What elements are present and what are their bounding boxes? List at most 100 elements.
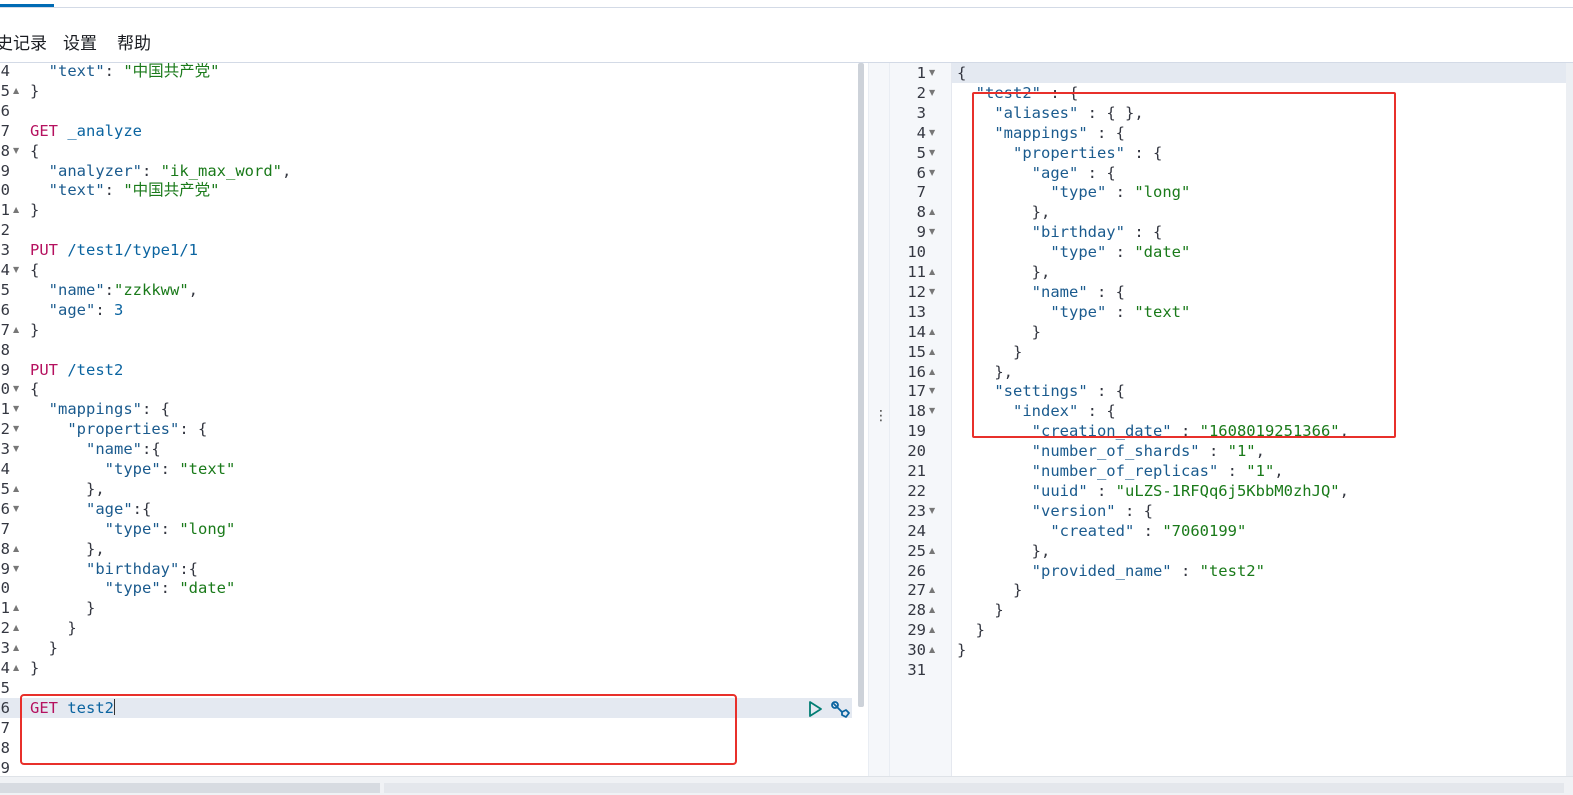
fold-collapse-icon[interactable]: ▲	[929, 322, 935, 342]
code-line[interactable]: 5 ▲ },	[0, 479, 868, 499]
fold-collapse-icon[interactable]: ▲	[929, 362, 935, 382]
fold-expanded-icon[interactable]: ▼	[13, 141, 19, 161]
fold-collapse-icon[interactable]: ▲	[13, 658, 19, 678]
code-text: "number_of_replicas" : "1",	[957, 461, 1284, 481]
output-vertical-scrollbar[interactable]	[1566, 63, 1573, 776]
code-line[interactable]: 24 "created" : "7060199"	[890, 521, 1573, 541]
code-line[interactable]: 2 ▲ }	[0, 618, 868, 638]
fold-expanded-icon[interactable]: ▼	[929, 143, 935, 163]
fold-expanded-icon[interactable]: ▼	[13, 559, 19, 579]
code-token: :	[104, 280, 115, 299]
code-line[interactable]: 7 ▲}	[0, 320, 868, 340]
code-line[interactable]: 1 ▲ }	[0, 598, 868, 618]
fold-collapse-icon[interactable]: ▲	[929, 600, 935, 620]
code-line[interactable]: 3 ▼ "name":{	[0, 439, 868, 459]
code-token: :	[160, 579, 180, 598]
fold-collapse-icon[interactable]: ▲	[929, 202, 935, 222]
fold-expanded-icon[interactable]: ▼	[13, 439, 19, 459]
fold-expanded-icon[interactable]: ▼	[13, 499, 19, 519]
line-number: 5	[0, 479, 10, 498]
code-line[interactable]: 6 "age": 3	[0, 300, 868, 320]
fold-collapse-icon[interactable]: ▲	[13, 320, 19, 340]
code-line[interactable]: 2 ▼ "properties": {	[0, 419, 868, 439]
code-line[interactable]: 4 "text": "中国共产党"	[0, 63, 868, 81]
code-line[interactable]: 1 ▼ "mappings": {	[0, 399, 868, 419]
request-editor[interactable]: 4 "text": "中国共产党" 5 ▲} 6 7 GET _analyze 8 ▼{9 "…	[0, 63, 868, 776]
fold-expanded-icon[interactable]: ▼	[929, 401, 935, 421]
code-line[interactable]: 3 ▲ }	[0, 638, 868, 658]
code-line[interactable]: 31	[890, 660, 1573, 680]
line-number: 16	[907, 362, 926, 381]
code-line[interactable]: 2	[0, 220, 868, 240]
horizontal-scrollbar-thumb[interactable]	[0, 783, 380, 793]
code-line[interactable]: 26 "provided_name" : "test2"	[890, 561, 1573, 581]
fold-expanded-icon[interactable]: ▼	[13, 419, 19, 439]
code-line[interactable]: 7 GET _analyze	[0, 121, 868, 141]
code-line[interactable]: 7 "type": "long"	[0, 519, 868, 539]
code-line[interactable]: 23 ▼ "version" : {	[890, 501, 1573, 521]
code-token: }	[957, 581, 1023, 600]
code-line[interactable]: 9 "analyzer": "ik_max_word",	[0, 161, 868, 181]
code-line[interactable]: 0 "text": "中国共产党"	[0, 180, 868, 200]
code-line[interactable]: 6 ▼ "age":{	[0, 499, 868, 519]
code-line[interactable]: 1 ▼ {	[890, 63, 1573, 83]
code-line[interactable]: 21 "number_of_replicas" : "1",	[890, 461, 1573, 481]
fold-collapse-icon[interactable]: ▲	[929, 262, 935, 282]
fold-collapse-icon[interactable]: ▲	[929, 580, 935, 600]
fold-expanded-icon[interactable]: ▼	[929, 83, 935, 103]
code-line[interactable]: 0 "type": "date"	[0, 578, 868, 598]
fold-collapse-icon[interactable]: ▲	[13, 81, 19, 101]
code-line[interactable]: 6	[0, 101, 868, 121]
fold-collapse-icon[interactable]: ▲	[929, 640, 935, 660]
code-line[interactable]: 5 "name":"zzkkww",	[0, 280, 868, 300]
code-line[interactable]: 0 ▼ {	[0, 379, 868, 399]
menu-help[interactable]: 帮助	[117, 29, 151, 54]
horizontal-scrollbar-thumb-right[interactable]	[384, 783, 1564, 793]
code-line[interactable]: 4 ▲}	[0, 658, 868, 678]
code-line[interactable]: 30 ▲}	[890, 640, 1573, 660]
code-line[interactable]: 27 ▲ }	[890, 580, 1573, 600]
wrench-icon[interactable]	[830, 700, 852, 720]
fold-expanded-icon[interactable]: ▼	[929, 501, 935, 521]
menu-settings[interactable]: 设置	[63, 29, 97, 54]
code-line[interactable]: 4 "type": "text"	[0, 459, 868, 479]
fold-collapse-icon[interactable]: ▲	[13, 638, 19, 658]
fold-expanded-icon[interactable]: ▼	[13, 399, 19, 419]
line-number: 1	[0, 400, 10, 419]
fold-expanded-icon[interactable]: ▼	[929, 222, 935, 242]
fold-collapse-icon[interactable]: ▲	[13, 200, 19, 220]
code-line[interactable]: 4 ▼ {	[0, 260, 868, 280]
vertical-dots-icon[interactable]: ⋮	[874, 408, 888, 424]
code-line[interactable]: 9 PUT /test2	[0, 360, 868, 380]
code-line[interactable]: 1 ▲}	[0, 200, 868, 220]
fold-expanded-icon[interactable]: ▼	[929, 123, 935, 143]
fold-expanded-icon[interactable]: ▼	[929, 282, 935, 302]
fold-collapse-icon[interactable]: ▲	[13, 618, 19, 638]
code-line[interactable]: 29 ▲ }	[890, 620, 1573, 640]
code-line[interactable]: 28 ▲ }	[890, 600, 1573, 620]
fold-collapse-icon[interactable]: ▲	[13, 479, 19, 499]
code-line[interactable]: 8 ▼ {	[0, 141, 868, 161]
code-line[interactable]: 9 ▼ "birthday":{	[0, 559, 868, 579]
fold-collapse-icon[interactable]: ▲	[929, 620, 935, 640]
fold-expanded-icon[interactable]: ▼	[13, 260, 19, 280]
play-icon[interactable]	[806, 700, 824, 718]
code-line[interactable]: 8 ▲ },	[0, 539, 868, 559]
active-tab-indicator	[0, 4, 54, 7]
fold-collapse-icon[interactable]: ▲	[929, 342, 935, 362]
fold-expanded-icon[interactable]: ▼	[929, 63, 935, 83]
fold-collapse-icon[interactable]: ▲	[13, 598, 19, 618]
code-line[interactable]: 3 PUT /test1/type1/1	[0, 240, 868, 260]
code-line[interactable]: 25 ▲ },	[890, 541, 1573, 561]
fold-expanded-icon[interactable]: ▼	[13, 379, 19, 399]
editor-vertical-scrollbar[interactable]	[858, 63, 864, 707]
fold-collapse-icon[interactable]: ▲	[13, 539, 19, 559]
fold-collapse-icon[interactable]: ▲	[929, 541, 935, 561]
menu-history[interactable]: 史记录	[0, 29, 47, 54]
code-line[interactable]: 22 "uuid" : "uLZS-1RFQq6j5KbbM0zhJQ",	[890, 481, 1573, 501]
code-line[interactable]: 20 "number_of_shards" : "1",	[890, 441, 1573, 461]
code-line[interactable]: 8	[0, 340, 868, 360]
fold-expanded-icon[interactable]: ▼	[929, 163, 935, 183]
fold-expanded-icon[interactable]: ▼	[929, 381, 935, 401]
code-line[interactable]: 5 ▲}	[0, 81, 868, 101]
